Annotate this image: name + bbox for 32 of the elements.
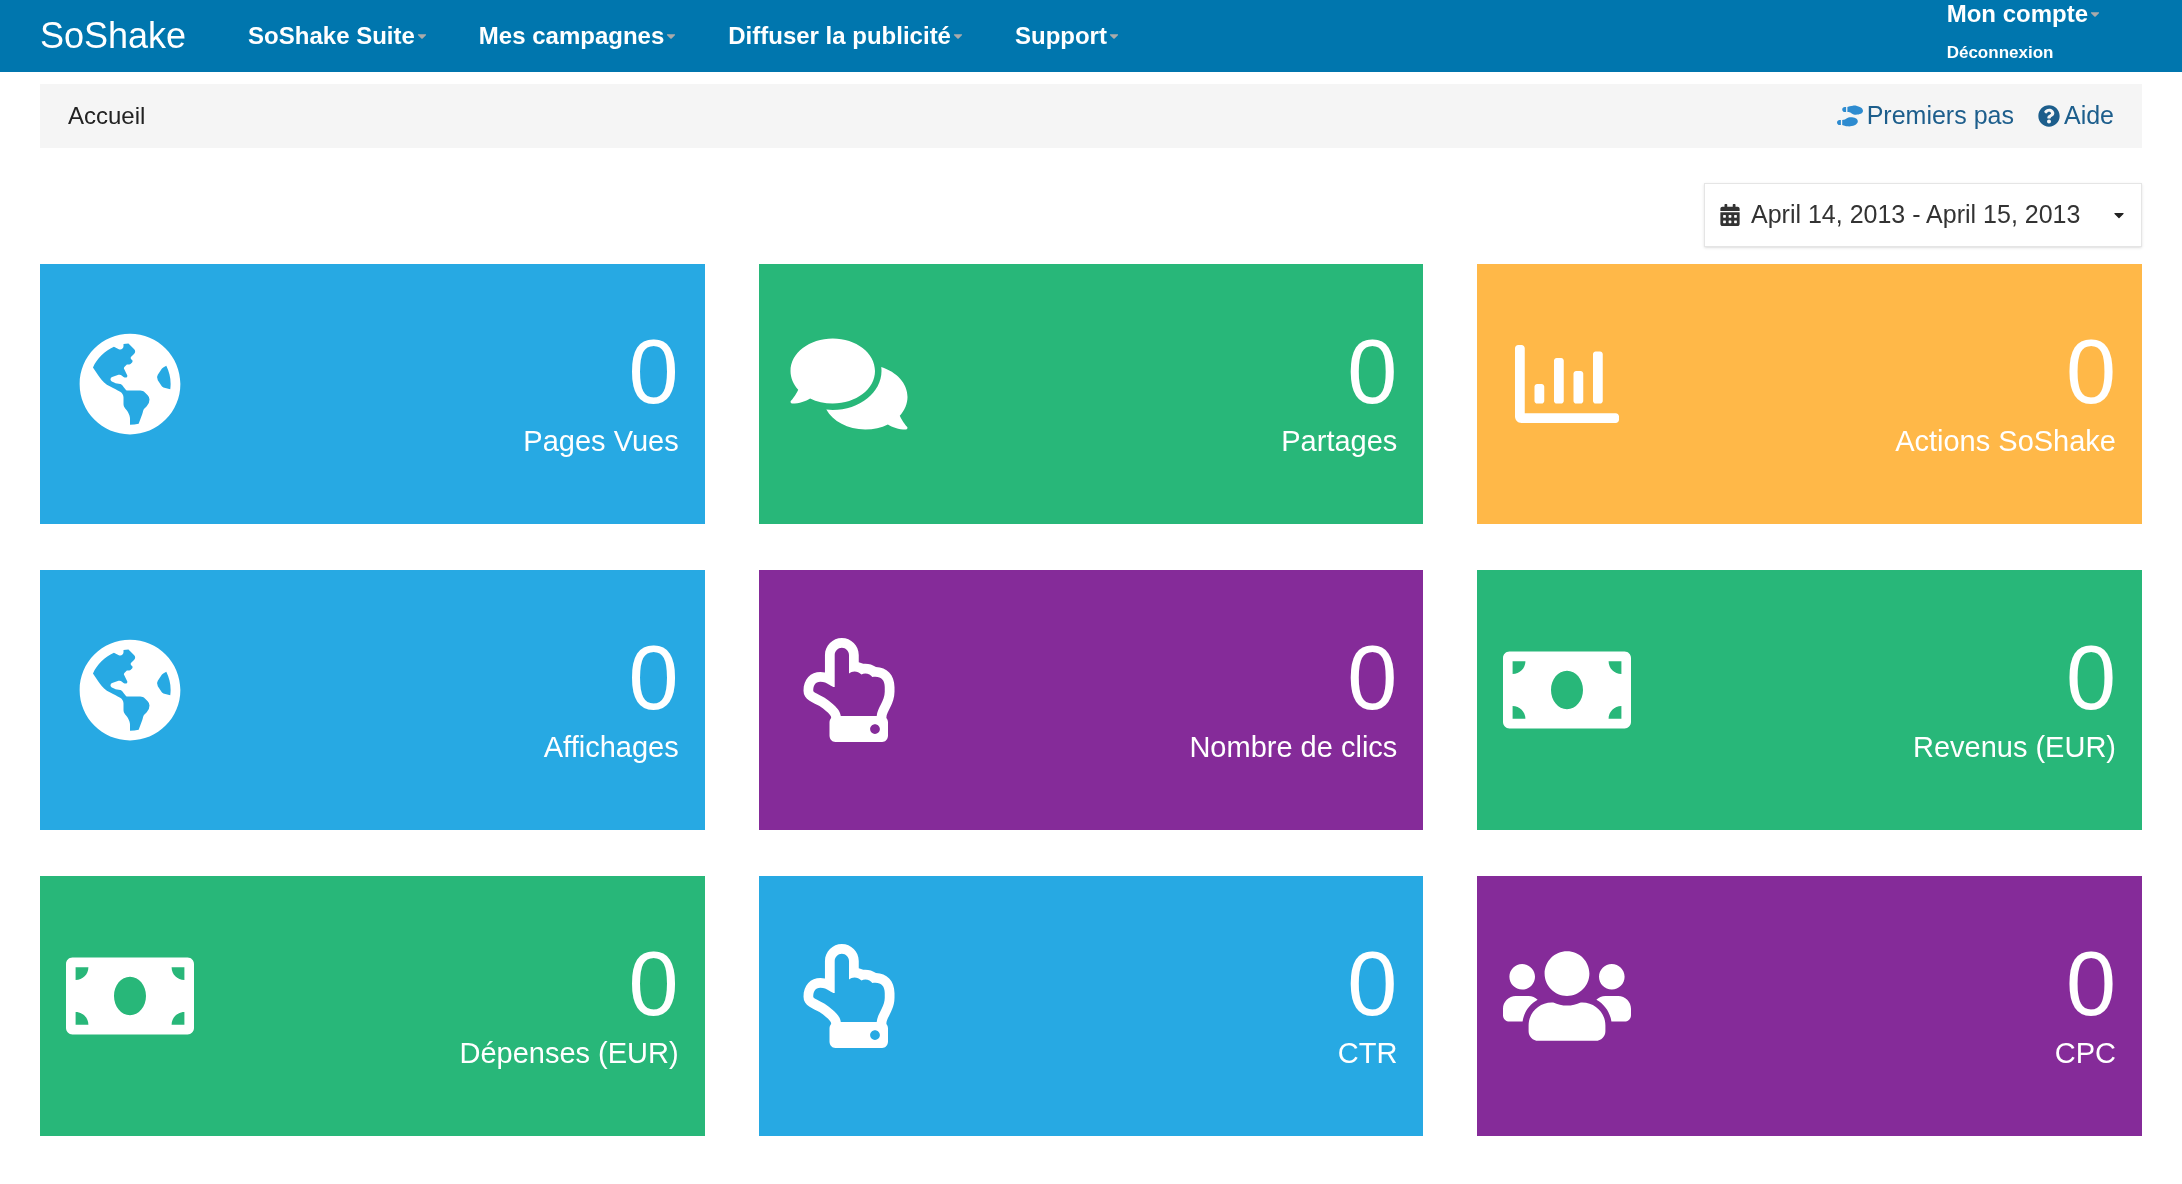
stat-label: Revenus (EUR) <box>1912 730 2116 765</box>
stat-value: 0 <box>1347 936 1398 1032</box>
stat-value: 0 <box>628 936 679 1032</box>
stat-label: Dépenses (EUR) <box>459 1036 679 1071</box>
breadcrumb-link[interactable]: Aide <box>2037 97 2114 135</box>
brand-logo[interactable]: SoShake <box>40 9 187 63</box>
stat-value: 0 <box>2065 936 2116 1032</box>
stat-label: CPC <box>2054 1036 2116 1071</box>
date-range-picker[interactable]: April 14, 2013 - April 15, 2013 <box>1704 183 2142 247</box>
nav-menu[interactable]: Diffuser la publicité <box>728 18 965 54</box>
stat-value: 0 <box>628 324 679 420</box>
nav-menu[interactable]: SoShake Suite <box>248 18 429 54</box>
stat-value: 0 <box>628 630 679 726</box>
logout-link[interactable]: Déconnexion <box>1946 40 2054 66</box>
breadcrumb-link[interactable]: Premiers pas <box>1836 97 2014 135</box>
stat-label: CTR <box>1337 1036 1398 1071</box>
stat-value: 0 <box>1347 630 1398 726</box>
nav-menu[interactable]: Mes campagnes <box>478 18 679 54</box>
breadcrumb-current: Accueil <box>68 101 146 131</box>
footprints-icon <box>1836 103 1863 129</box>
stat-value: 0 <box>2065 324 2116 420</box>
nav-menu[interactable]: Support <box>1014 18 1121 54</box>
account-menu[interactable]: Mon compte <box>1946 0 2102 28</box>
stat-label: Actions SoShake <box>1895 424 2116 459</box>
stat-value: 0 <box>2065 630 2116 726</box>
stat-value: 0 <box>1347 324 1398 420</box>
stat-label: Partages <box>1281 424 1398 459</box>
help-icon <box>2037 105 2060 127</box>
stat-label: Nombre de clics <box>1189 730 1398 765</box>
stat-label: Affichages <box>543 730 679 765</box>
calendar-icon <box>1719 204 1741 226</box>
stat-label: Pages Vues <box>523 424 679 459</box>
